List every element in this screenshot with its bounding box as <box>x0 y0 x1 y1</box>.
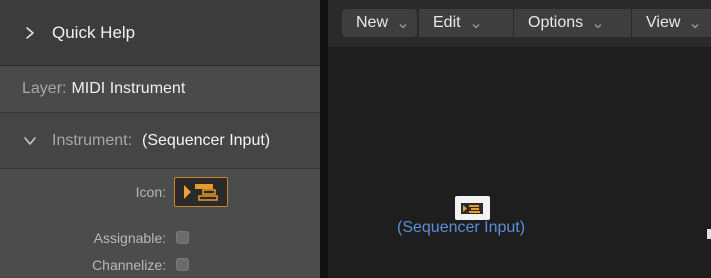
sequencer-input-label[interactable]: (Sequencer Input) <box>397 219 525 237</box>
menu-options-label: Options <box>528 14 584 31</box>
instrument-icon-button[interactable] <box>174 177 228 207</box>
assignable-checkbox[interactable] <box>176 231 189 244</box>
environment-area: New Edit Options View (Sequencer Input) <box>328 0 711 278</box>
menu-view-label: View <box>646 14 681 31</box>
quick-help-label: Quick Help <box>52 22 136 42</box>
chevron-right-icon <box>22 25 38 41</box>
chevron-down-icon <box>593 18 603 29</box>
menu-edit[interactable]: Edit <box>419 9 513 37</box>
local-menu-bar: New Edit Options View <box>328 0 711 48</box>
sequencer-input-object[interactable] <box>455 196 490 220</box>
sequencer-input-icon <box>184 184 218 201</box>
instrument-parameters: Icon: Assignable: Channelize: <box>0 169 320 277</box>
instrument-key: Instrument: <box>52 131 133 149</box>
icon-label: Icon: <box>135 184 166 200</box>
chevron-down-icon <box>471 18 481 29</box>
menu-view[interactable]: View <box>632 9 711 37</box>
chevron-down-icon <box>22 133 38 149</box>
layer-value: MIDI Instrument <box>71 80 186 97</box>
chevron-down-icon <box>398 18 408 29</box>
channelize-label: Channelize: <box>92 257 166 273</box>
scroll-indicator[interactable] <box>707 229 711 239</box>
quick-help-header[interactable]: Quick Help <box>0 0 320 66</box>
inspector-panel: Quick Help Layer: MIDI Instrument Instru… <box>0 0 320 278</box>
instrument-value: (Sequencer Input) <box>142 131 271 149</box>
menu-new-label: New <box>356 14 389 31</box>
layer-row: Layer: MIDI Instrument <box>0 66 320 113</box>
assignable-label: Assignable: <box>93 230 166 246</box>
menu-new[interactable]: New <box>342 9 417 37</box>
panel-divider[interactable] <box>320 0 328 278</box>
sequencer-input-icon <box>461 203 483 214</box>
app-window: Quick Help Layer: MIDI Instrument Instru… <box>0 0 711 278</box>
menu-options[interactable]: Options <box>514 9 631 37</box>
chevron-down-icon <box>690 18 700 29</box>
layer-key: Layer: <box>22 80 67 97</box>
menu-edit-label: Edit <box>433 14 461 31</box>
channelize-checkbox[interactable] <box>176 258 189 271</box>
instrument-section-header[interactable]: Instrument: (Sequencer Input) <box>0 113 320 169</box>
